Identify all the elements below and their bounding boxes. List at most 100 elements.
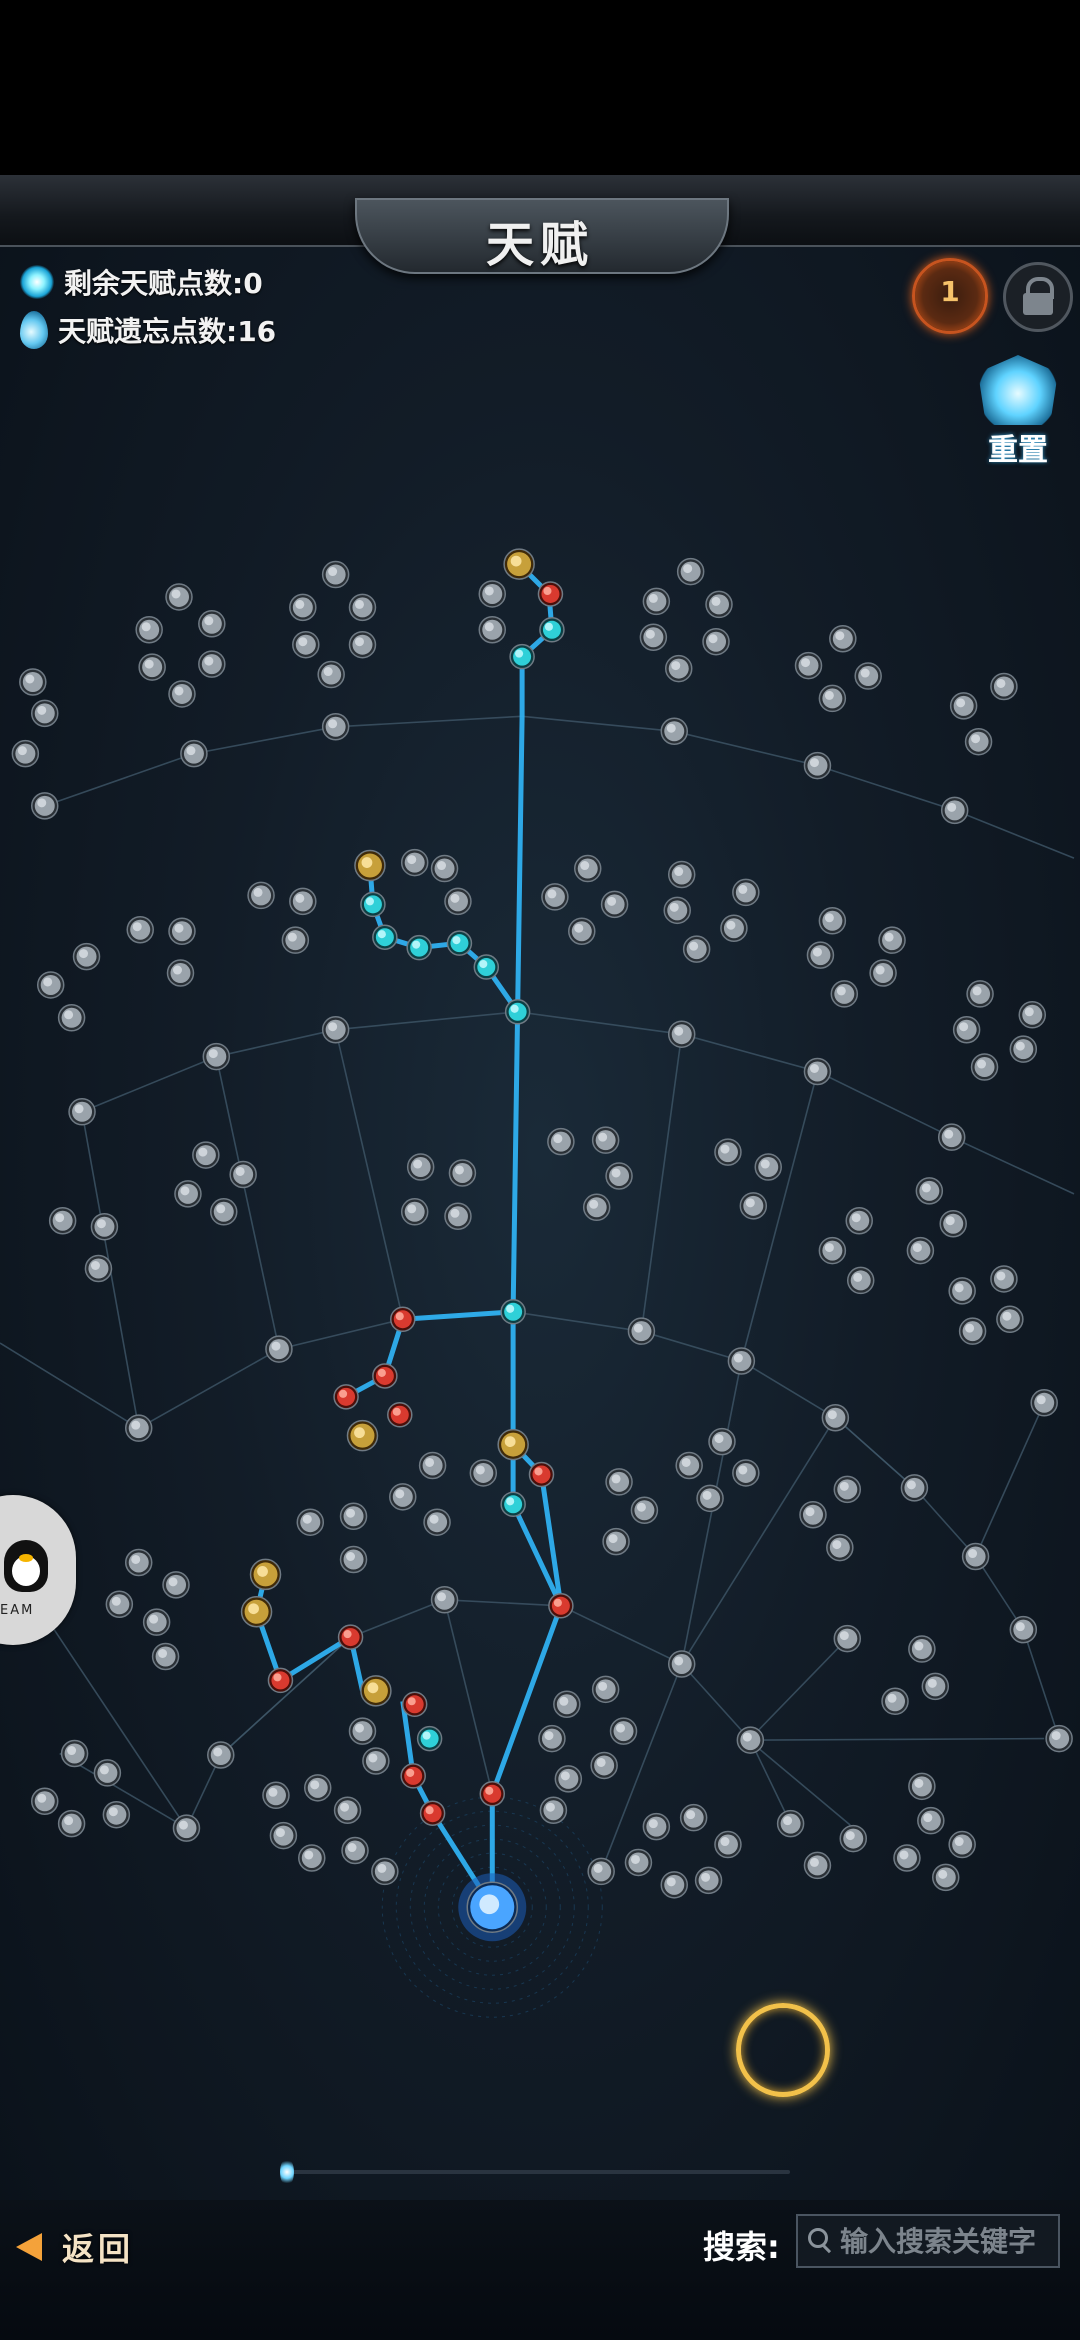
talent-node-highlight[interactable] [43, 977, 53, 987]
talent-node-highlight[interactable] [580, 861, 590, 871]
talent-node-highlight[interactable] [947, 802, 957, 812]
talent-node-highlight[interactable] [593, 1863, 603, 1873]
talent-node-highlight[interactable] [648, 1819, 658, 1829]
talent-node-highlight[interactable] [79, 949, 89, 959]
talent-node-highlight[interactable] [574, 923, 584, 933]
talent-node-highlight[interactable] [666, 723, 676, 733]
talent-node[interactable] [390, 1405, 409, 1424]
talent-node[interactable] [551, 1596, 570, 1615]
talent-node-highlight[interactable] [965, 1323, 975, 1333]
talent-node-highlight[interactable] [827, 1410, 837, 1420]
talent-node-highlight[interactable] [131, 1420, 141, 1430]
talent-node-highlight[interactable] [636, 1502, 646, 1512]
talent-node-highlight[interactable] [686, 1810, 696, 1820]
talent-node-highlight[interactable] [648, 593, 658, 603]
talent-node-highlight[interactable] [377, 930, 386, 939]
talent-node-highlight[interactable] [853, 1272, 863, 1282]
talent-node-highlight[interactable] [914, 1778, 924, 1788]
talent-node[interactable] [483, 1784, 502, 1803]
talent-node-highlight[interactable] [689, 941, 699, 951]
talent-node-highlight[interactable] [425, 1806, 434, 1815]
talent-node-highlight[interactable] [674, 1026, 684, 1036]
talent-node-highlight[interactable] [208, 1049, 218, 1059]
talent-node-highlight[interactable] [1051, 1731, 1061, 1741]
talent-node-highlight[interactable] [235, 1166, 245, 1176]
talent-node-highlight[interactable] [484, 586, 494, 596]
talent-node-highlight[interactable] [479, 959, 488, 969]
talent-node-highlight[interactable] [74, 1104, 84, 1114]
talent-node-highlight[interactable] [141, 622, 151, 632]
talent-node-highlight[interactable] [429, 1514, 439, 1524]
talent-node-highlight[interactable] [809, 1064, 819, 1074]
talent-node-highlight[interactable] [268, 1787, 278, 1797]
talent-node-highlight[interactable] [131, 1554, 141, 1564]
talent-node-highlight[interactable] [367, 1682, 379, 1694]
talent-node-highlight[interactable] [354, 599, 364, 609]
talent-node-highlight[interactable] [824, 690, 834, 700]
talent-node-highlight[interactable] [204, 656, 214, 666]
talent-node-highlight[interactable] [506, 1497, 515, 1506]
back-button[interactable]: 返回 [12, 2222, 162, 2272]
talent-node-highlight[interactable] [368, 1753, 378, 1763]
talent-node-highlight[interactable] [484, 622, 494, 632]
talent-node-highlight[interactable] [972, 986, 982, 996]
talent-node-highlight[interactable] [783, 1816, 793, 1826]
talent-node-highlight[interactable] [616, 1723, 626, 1733]
talent-node-highlight[interactable] [560, 1771, 570, 1781]
talent-node-highlight[interactable] [812, 947, 822, 957]
talent-node-highlight[interactable] [99, 1765, 109, 1775]
talent-node-highlight[interactable] [437, 1592, 447, 1602]
talent-node-highlight[interactable] [899, 1850, 909, 1860]
talent-node-highlight[interactable] [213, 1747, 223, 1757]
talent-node-highlight[interactable] [733, 1353, 743, 1363]
talent-node[interactable] [532, 1465, 551, 1484]
talent-node-highlight[interactable] [720, 1837, 730, 1847]
talent-node-highlight[interactable] [302, 1514, 312, 1524]
talent-node-highlight[interactable] [738, 884, 748, 894]
talent-node-highlight[interactable] [607, 896, 617, 906]
talent-node-highlight[interactable] [887, 1693, 897, 1703]
talent-node-highlight[interactable] [437, 861, 447, 871]
talent-node-highlight[interactable] [304, 1850, 314, 1860]
talent-node-highlight[interactable] [377, 1368, 386, 1377]
talent-node-highlight[interactable] [611, 1168, 621, 1178]
talent-node-highlight[interactable] [666, 1877, 676, 1887]
talent-node-highlight[interactable] [674, 867, 684, 877]
talent-node-highlight[interactable] [1024, 1007, 1034, 1017]
talent-node-highlight[interactable] [328, 567, 338, 577]
talent-node[interactable] [271, 1671, 290, 1690]
talent-node-highlight[interactable] [839, 1631, 849, 1641]
talent-node-highlight[interactable] [108, 1807, 118, 1817]
talent-node-highlight[interactable] [412, 940, 421, 949]
talent-node-highlight[interactable] [543, 586, 552, 596]
talent-node-highlight[interactable] [275, 1828, 285, 1838]
talent-node-highlight[interactable] [553, 1598, 562, 1607]
talent-node-highlight[interactable] [174, 686, 184, 696]
talent-node-highlight[interactable] [365, 897, 374, 906]
talent-node[interactable] [393, 1310, 412, 1329]
talent-node-highlight[interactable] [683, 564, 693, 574]
talent-node-highlight[interactable] [832, 1540, 842, 1550]
talent-node-highlight[interactable] [851, 1213, 861, 1223]
talent-node-highlight[interactable] [328, 719, 338, 729]
talent-node-highlight[interactable] [354, 1427, 365, 1439]
talent-node-highlight[interactable] [479, 1894, 500, 1915]
talent-node-highlight[interactable] [413, 1159, 423, 1169]
talent-node-highlight[interactable] [295, 893, 305, 903]
talent-node-highlight[interactable] [745, 1198, 755, 1208]
talent-node[interactable] [541, 584, 560, 603]
talent-node-highlight[interactable] [452, 936, 461, 945]
talent-node-highlight[interactable] [701, 1872, 711, 1882]
talent-node-highlight[interactable] [340, 1802, 350, 1812]
talent-node-highlight[interactable] [824, 1243, 834, 1253]
talent-node-highlight[interactable] [510, 555, 522, 567]
talent-node-highlight[interactable] [287, 932, 297, 942]
talent-node-highlight[interactable] [377, 1863, 387, 1873]
talent-node-highlight[interactable] [708, 634, 718, 644]
talent-node-highlight[interactable] [37, 705, 47, 715]
talent-node-highlight[interactable] [158, 1649, 168, 1659]
selection-ring[interactable] [736, 2003, 830, 2097]
talent-node-highlight[interactable] [996, 678, 1006, 688]
search-box[interactable] [796, 2214, 1060, 2268]
talent-node-highlight[interactable] [346, 1552, 356, 1562]
